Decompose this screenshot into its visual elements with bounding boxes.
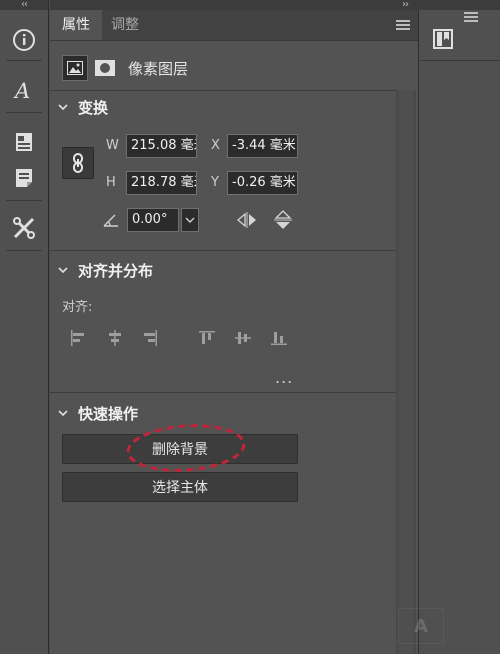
tab-properties[interactable]: 属性 [50,10,102,40]
align-vertical-centers-icon[interactable] [232,327,254,349]
align-left-edges-icon[interactable] [67,327,89,349]
align-top-edges-icon[interactable] [196,327,218,349]
link-dimensions-button[interactable] [62,147,94,179]
toolbar-divider [6,112,42,113]
align-title: 对齐并分布 [78,261,154,280]
libraries-icon[interactable] [430,26,456,52]
section-divider [50,90,396,91]
angle-field[interactable]: 0.00° [127,208,179,232]
y-label: Y [211,175,219,190]
image-thumb-icon[interactable] [62,55,88,81]
panel-top-strip [50,0,418,10]
transform-title: 变换 [78,98,109,117]
chevron-down-icon [185,217,195,223]
watermark-logo: A [398,608,444,644]
height-field[interactable]: 218.78 毫米 [126,171,197,195]
toolbar-divider [6,60,42,61]
align-section-header[interactable]: 对齐并分布 [58,259,153,281]
mask-thumb-icon[interactable] [92,55,118,81]
hamburger-menu-icon[interactable] [464,12,478,24]
select-subject-button[interactable]: 选择主体 [62,472,298,502]
y-field[interactable]: -0.26 毫米 [227,171,298,195]
chevron-down-icon [58,410,68,417]
paragraph-panel-icon[interactable] [10,128,38,156]
notes-icon[interactable] [10,164,38,192]
flip-horizontal-icon [237,212,256,228]
x-label: X [211,138,220,153]
section-divider [50,250,396,251]
angle-dropdown-button[interactable] [181,208,199,232]
more-options-button[interactable]: ... [275,368,293,387]
right-dock-top-strip [418,0,500,10]
tools-icon[interactable] [10,214,38,242]
toolbar-divider [6,250,42,251]
width-label: W [106,138,119,153]
flip-vertical-button[interactable] [272,209,294,231]
layer-type-label: 像素图层 [128,59,189,78]
transform-section-header[interactable]: 变换 [58,96,108,118]
align-right-edges-icon[interactable] [139,327,161,349]
collapse-right-button[interactable]: ›› [395,0,415,10]
collapse-left-button[interactable]: ‹‹ [0,0,48,10]
chevron-down-icon [58,267,68,274]
x-field[interactable]: -3.44 毫米 [227,134,298,158]
align-label: 对齐: [62,300,93,315]
align-bottom-edges-icon[interactable] [268,327,290,349]
angle-icon [103,212,119,227]
scrollbar-thumb[interactable] [399,90,413,654]
width-field[interactable]: 215.08 毫米 [126,134,197,158]
height-label: H [106,175,116,190]
svg-text:A: A [13,79,30,102]
hamburger-menu-icon[interactable] [396,20,410,30]
align-horizontal-centers-icon[interactable] [104,327,126,349]
chevron-down-icon [58,104,68,111]
section-divider [50,392,396,393]
flip-vertical-icon [274,210,292,229]
dock-divider [420,60,500,61]
toolbar-divider [6,200,42,201]
character-icon[interactable]: A [10,76,38,104]
annotation-ellipse [126,424,246,472]
flip-horizontal-button[interactable] [236,210,258,230]
info-icon[interactable] [10,26,38,54]
link-icon [73,153,83,173]
layer-type-row: 像素图层 [62,52,188,84]
tab-adjustments[interactable]: 调整 [99,10,151,40]
right-dock [418,0,500,654]
